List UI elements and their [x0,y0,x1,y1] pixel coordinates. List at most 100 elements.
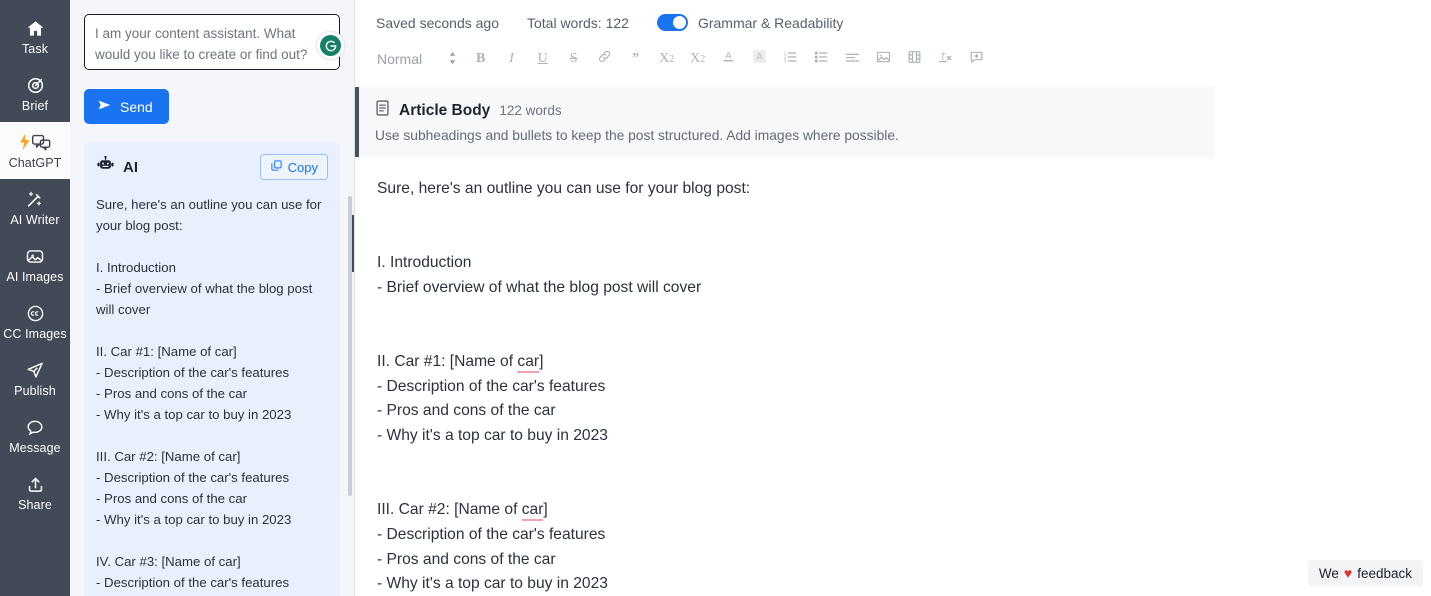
align-button[interactable] [837,45,868,73]
spelling-suggestion[interactable]: car [521,501,544,522]
article-body-section-card: Article Body 122 words Use subheadings a… [355,87,1215,157]
sidebar-item-label: Publish [14,384,56,398]
copy-icon [270,159,283,175]
sidebar-item-label: Share [18,498,52,512]
feedback-prefix: We [1318,565,1339,581]
sidebar-item-brief[interactable]: Brief [0,65,70,122]
section-hint: Use subheadings and bullets to keep the … [375,128,899,143]
document-heading-line: II. Car #1: [Name of car] [377,350,1255,375]
svg-text:3: 3 [784,58,787,63]
sidebar-item-chatgpt[interactable]: ChatGPT [0,122,70,179]
feedback-badge[interactable]: We ♥ feedback [1307,560,1423,586]
robot-icon [96,155,115,178]
clear-format-button[interactable]: T [930,45,961,73]
sidebar-item-label: ChatGPT [8,156,62,170]
formatting-toolbar: Normal B I U S ” X2 X2 A A 1 2 3 T [355,41,1431,79]
saved-status: Saved seconds ago [376,14,499,31]
insert-video-button[interactable] [899,45,930,73]
article-editor-body[interactable]: Sure, here's an outline you can use for … [355,157,1255,596]
word-count: Total words: 122 [526,14,629,31]
sidebar-item-ai-images[interactable]: AI Images [0,236,70,293]
app-root: Task Brief ChatGPT AI Writer AI Images C… [0,0,1431,596]
text-color-icon: A [720,48,737,70]
section-title: Article Body [399,101,491,119]
add-comment-button[interactable] [961,45,992,73]
target-icon [26,74,45,96]
toggle-knob [672,16,686,29]
document-bullet-line: - Pros and cons of the car [377,550,556,568]
ordered-list-icon: 1 2 3 [782,49,799,70]
sidebar-item-label: Brief [21,99,49,113]
image-icon [875,49,892,70]
document-bullet-line: - Pros and cons of the car [377,402,556,420]
chat-bolt-icon [18,131,52,153]
ai-response-text: Sure, here's an outline you can use for … [96,197,322,590]
spelling-suggestion[interactable]: car [517,352,540,373]
send-button[interactable]: Send [84,89,169,124]
clear-formatting-icon: T [937,49,954,70]
bullet-list-button[interactable] [806,45,837,73]
copy-button-label: Copy [287,159,318,175]
share-upload-icon [26,473,45,495]
italic-button[interactable]: I [496,45,527,73]
paper-plane-icon [97,98,112,115]
sidebar-item-cc-images[interactable]: CC Images [0,293,70,350]
section-word-count: 122 words [499,103,562,118]
document-heading-line: III. Car #2: [Name of car] [377,498,1255,523]
document-icon [375,100,390,121]
sidebar-item-ai-writer[interactable]: AI Writer [0,179,70,236]
sidebar-item-message[interactable]: Message [0,407,70,464]
chat-prompt-input[interactable] [84,14,340,70]
grammar-readability-toggle[interactable] [656,14,688,31]
highlight-icon: A [751,48,768,70]
sidebar-item-label: Task [21,42,49,56]
refresh-circle-icon [320,35,341,56]
superscript-button[interactable]: X2 [682,45,713,73]
paragraph-style-value: Normal [377,51,423,67]
link-icon [597,49,612,69]
film-icon [906,49,923,70]
text-color-button[interactable]: A [713,45,744,73]
ai-identity: AI [96,155,138,178]
editor-panel: Saved seconds ago Total words: 122 Gramm… [355,0,1431,596]
editor-status-bar: Saved seconds ago Total words: 122 Gramm… [355,0,1431,41]
sidebar-item-label: CC Images [3,327,67,341]
chat-bubble-icon [25,416,45,438]
bold-button[interactable]: B [465,45,496,73]
copy-button[interactable]: Copy [259,154,328,180]
document-bullet-line: - Brief overview of what the blog post w… [377,278,702,296]
sidebar-item-task[interactable]: Task [0,8,70,65]
chat-panel: Send [70,0,355,596]
document-bullet-line: - Why it's a top car to buy in 2023 [377,575,608,593]
ai-card-header: AI Copy [96,154,328,180]
sidebar-item-share[interactable]: Share [0,464,70,521]
insert-image-button[interactable] [868,45,899,73]
document-intro-line: Sure, here's an outline you can use for … [377,180,751,197]
grammar-toggle-label: Grammar & Readability [697,14,844,31]
creative-commons-icon [26,302,45,324]
image-icon [25,245,45,267]
send-button-label: Send [120,98,153,115]
svg-text:A: A [726,51,733,61]
prompt-area [84,14,345,75]
document-bullet-line: - Description of the car's features [377,525,606,543]
up-down-caret-icon [448,51,457,68]
heart-icon: ♥ [1343,565,1353,581]
underline-button[interactable]: U [527,45,558,73]
magic-wand-icon [25,188,45,210]
highlight-color-button[interactable]: A [744,45,775,73]
regenerate-button[interactable] [316,31,345,60]
sidebar-item-publish[interactable]: Publish [0,350,70,407]
strikethrough-button[interactable]: S [558,45,589,73]
paragraph-style-select[interactable]: Normal [373,51,465,68]
comment-plus-icon [968,49,985,70]
ai-label: AI [123,158,138,176]
link-button[interactable] [589,45,620,73]
sidebar-item-label: AI Images [6,270,64,284]
sidebar-item-label: Message [9,441,61,455]
ordered-list-button[interactable]: 1 2 3 [775,45,806,73]
left-nav-rail: Task Brief ChatGPT AI Writer AI Images C… [0,0,70,596]
send-plane-icon [25,359,45,381]
blockquote-button[interactable]: ” [620,45,651,73]
subscript-button[interactable]: X2 [651,45,682,73]
